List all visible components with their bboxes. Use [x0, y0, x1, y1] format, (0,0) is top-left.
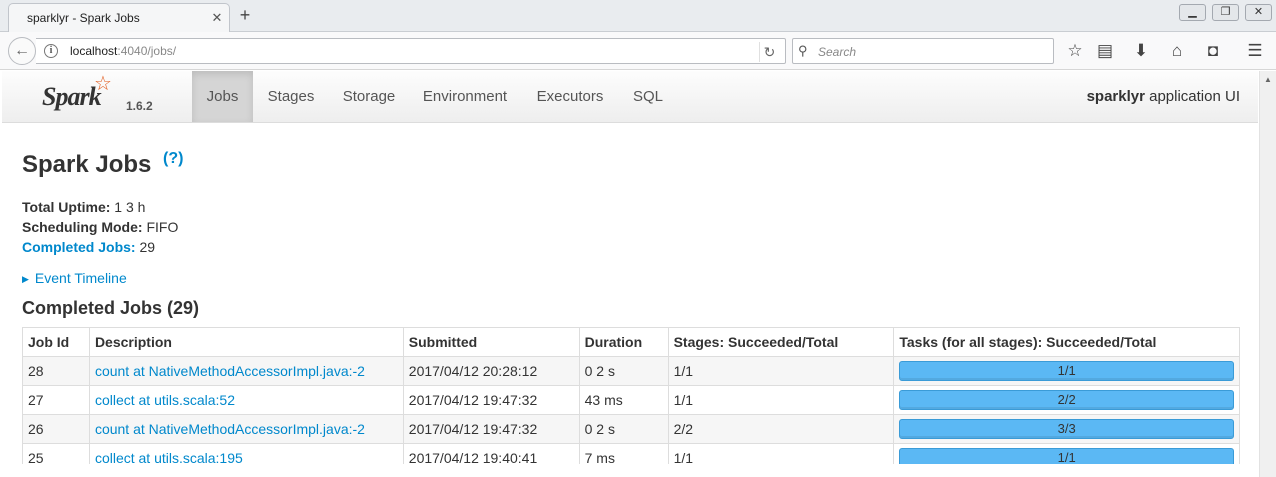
reading-list-icon[interactable]: ▤ — [1094, 39, 1116, 63]
event-timeline-label: Event Timeline — [34, 270, 127, 286]
back-button[interactable]: ← — [8, 37, 36, 65]
url-text[interactable]: localhost:4040/jobs/ — [70, 44, 176, 58]
spark-header: Spark ☆ 1.6.2 Jobs Stages Storage Enviro… — [2, 71, 1258, 123]
nav-stages[interactable]: Stages — [253, 71, 329, 122]
completed-jobs-table: Job Id Description Submitted Duration St… — [22, 327, 1240, 473]
nav-storage[interactable]: Storage — [329, 71, 409, 122]
tasks-progress-label: 1/1 — [1057, 363, 1076, 378]
job-stages: 2/2 — [667, 414, 895, 444]
info-icon[interactable]: i — [44, 44, 58, 58]
vertical-scrollbar[interactable]: ▲ — [1259, 71, 1276, 477]
tasks-progress-label: 2/2 — [1057, 392, 1076, 407]
maximize-button[interactable]: ❐ — [1212, 4, 1239, 21]
job-stages: 1/1 — [667, 356, 895, 386]
close-window-button[interactable]: ✕ — [1245, 4, 1272, 21]
search-placeholder: Search — [818, 45, 857, 59]
help-link[interactable]: (?) — [163, 150, 183, 168]
browser-tab[interactable]: sparklyr - Spark Jobs ✕ — [8, 3, 230, 32]
table-header-row: Job Id Description Submitted Duration St… — [22, 327, 1240, 357]
completed-jobs-summary: Completed Jobs: 29 — [22, 239, 155, 255]
close-window-icon: ✕ — [1253, 6, 1264, 18]
browser-tab-bar: sparklyr - Spark Jobs ✕ + ▁ ❐ ✕ — [0, 0, 1276, 32]
expand-triangle-icon: ▶ — [22, 274, 29, 284]
mode-label: Scheduling Mode: — [22, 219, 143, 235]
nav-jobs[interactable]: Jobs — [192, 71, 253, 122]
event-timeline-toggle[interactable]: ▶ Event Timeline — [22, 270, 127, 286]
tasks-progress-bar: 1/1 — [899, 361, 1234, 381]
viewport-bottom-edge — [0, 464, 1259, 477]
url-host: localhost — [70, 44, 118, 58]
bookmark-star-icon[interactable]: ☆ — [1064, 39, 1086, 63]
job-duration: 0 2 s — [578, 414, 669, 444]
job-submitted: 2017/04/12 19:47:32 — [402, 414, 580, 444]
nav-environment[interactable]: Environment — [409, 71, 521, 122]
reload-icon[interactable]: ↻ — [759, 42, 779, 62]
table-row: 27 collect at utils.scala:52 2017/04/12 … — [22, 385, 1240, 415]
job-tasks: 2/2 — [893, 385, 1240, 415]
col-header-tasks[interactable]: Tasks (for all stages): Succeeded/Total — [893, 327, 1240, 357]
app-name-rest: application UI — [1144, 88, 1240, 105]
job-tasks: 3/3 — [893, 414, 1240, 444]
job-duration: 0 2 s — [578, 356, 669, 386]
job-description-link[interactable]: count at NativeMethodAccessorImpl.java:-… — [88, 414, 404, 444]
minimize-button[interactable]: ▁ — [1179, 4, 1206, 21]
app-name: sparklyr application UI — [1087, 88, 1240, 105]
job-submitted: 2017/04/12 20:28:12 — [402, 356, 580, 386]
completed-jobs-link[interactable]: Completed Jobs: — [22, 239, 136, 255]
url-path: :4040/jobs/ — [117, 44, 177, 58]
col-header-job-id[interactable]: Job Id — [22, 327, 90, 357]
minimize-icon: ▁ — [1188, 6, 1197, 18]
total-uptime: Total Uptime: 1 3 h — [22, 199, 145, 215]
app-name-bold: sparklyr — [1086, 88, 1145, 105]
scroll-up-icon[interactable]: ▲ — [1260, 71, 1276, 88]
new-tab-icon[interactable]: + — [236, 6, 254, 24]
menu-icon[interactable]: ☰ — [1244, 39, 1266, 63]
table-row: 28 count at NativeMethodAccessorImpl.jav… — [22, 356, 1240, 386]
tab-title: sparklyr - Spark Jobs — [27, 11, 140, 25]
back-arrow-icon: ← — [14, 42, 30, 59]
close-icon[interactable]: ✕ — [209, 10, 225, 26]
spark-logo[interactable]: Spark — [42, 82, 102, 112]
tasks-progress-bar: 3/3 — [899, 419, 1234, 439]
nav-sql[interactable]: SQL — [619, 71, 677, 122]
job-id: 27 — [22, 385, 90, 415]
restore-icon: ❐ — [1220, 6, 1231, 18]
nav-executors[interactable]: Executors — [521, 71, 619, 122]
search-input[interactable]: ⚲ Search — [792, 38, 1054, 64]
completed-jobs-count: 29 — [135, 239, 156, 255]
col-header-description[interactable]: Description — [88, 327, 404, 357]
tasks-progress-bar: 2/2 — [899, 390, 1234, 410]
job-id: 28 — [22, 356, 90, 386]
job-id: 26 — [22, 414, 90, 444]
job-submitted: 2017/04/12 19:47:32 — [402, 385, 580, 415]
job-description-link[interactable]: count at NativeMethodAccessorImpl.java:-… — [88, 356, 404, 386]
page-title: Spark Jobs — [22, 151, 152, 178]
downloads-icon[interactable]: ⬇ — [1130, 39, 1152, 63]
job-duration: 43 ms — [578, 385, 669, 415]
job-description-link[interactable]: collect at utils.scala:52 — [88, 385, 404, 415]
search-icon: ⚲ — [798, 43, 808, 58]
col-header-stages[interactable]: Stages: Succeeded/Total — [667, 327, 895, 357]
mode-value: FIFO — [142, 219, 179, 235]
url-bar[interactable]: i localhost:4040/jobs/ ↻ — [36, 38, 786, 64]
completed-jobs-title: Completed Jobs (29) — [22, 298, 200, 318]
home-icon[interactable]: ⌂ — [1166, 39, 1188, 63]
scheduling-mode: Scheduling Mode: FIFO — [22, 219, 178, 235]
uptime-value: 1 3 h — [110, 199, 146, 215]
spark-star-icon: ☆ — [94, 73, 112, 95]
table-row: 26 count at NativeMethodAccessorImpl.jav… — [22, 414, 1240, 444]
col-header-duration[interactable]: Duration — [578, 327, 669, 357]
spark-version: 1.6.2 — [126, 99, 153, 113]
browser-nav-bar: i localhost:4040/jobs/ ↻ ← ⚲ Search ☆ ▤ … — [0, 32, 1276, 70]
job-stages: 1/1 — [667, 385, 895, 415]
uptime-label: Total Uptime: — [22, 199, 111, 215]
job-tasks: 1/1 — [893, 356, 1240, 386]
tasks-progress-label: 3/3 — [1057, 421, 1076, 436]
col-header-submitted[interactable]: Submitted — [402, 327, 580, 357]
pocket-icon[interactable]: ◘ — [1202, 39, 1224, 63]
